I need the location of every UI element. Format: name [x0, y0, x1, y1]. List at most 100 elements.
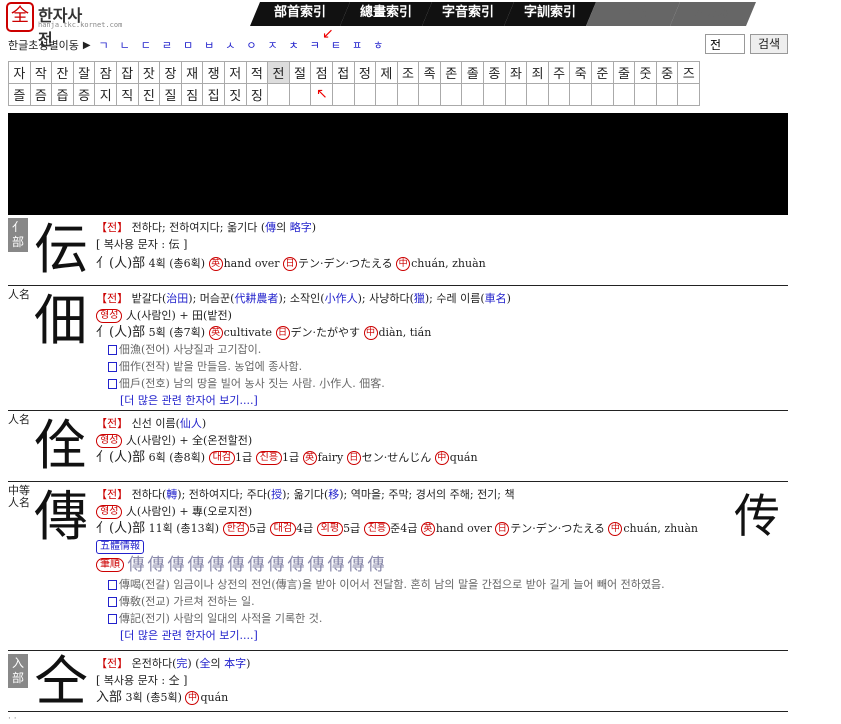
syllable-cell[interactable]: 제 [375, 61, 398, 84]
syllable-cell[interactable]: 정 [353, 61, 377, 84]
main-nav: 部首索引 總畫索引 字音索引 字訓索引 附錄 揭示板 [250, 2, 746, 26]
related-link[interactable]: 獵 [414, 292, 425, 305]
jamo-link-current[interactable]: ㅈ [268, 37, 278, 53]
related-link[interactable]: 全 [200, 657, 211, 670]
syllable-cell[interactable]: 절 [288, 61, 312, 84]
related-link[interactable]: 傳 [265, 221, 276, 234]
chinese-icon: 中 [434, 451, 449, 465]
jamo-link[interactable]: ㅋ [310, 37, 320, 53]
empty-cell [375, 83, 398, 106]
syllable-cell[interactable]: 저 [223, 61, 247, 84]
syllable-cell[interactable]: 죽 [569, 61, 593, 84]
word-item[interactable]: 佃戶(전호) 남의 땅을 빌어 농사 짓는 사람. 小作人. 佃客. [96, 375, 511, 392]
syllable-cell[interactable]: 자 [8, 61, 31, 84]
syllable-cell[interactable]: 주 [547, 61, 571, 84]
jamo-link[interactable]: ㅅ [225, 37, 235, 53]
related-link[interactable]: 代耕農者 [234, 292, 278, 305]
jamo-link[interactable]: ㄱ [99, 37, 109, 53]
syllable-cell[interactable]: 직 [115, 83, 139, 106]
related-link[interactable]: 仙人 [180, 417, 202, 430]
jamo-link[interactable]: ㅇ [246, 37, 256, 53]
more-words-link[interactable]: [더 많은 관련 한자어 보기....] [96, 627, 698, 644]
syllable-cell[interactable]: 적 [245, 61, 269, 84]
word-item[interactable]: 佃漁(전어) 사냥질과 고기잡이. [96, 341, 511, 358]
related-link[interactable]: 本字 [224, 657, 246, 670]
related-link[interactable]: 授 [271, 488, 282, 501]
syllable-cell[interactable]: 잠 [94, 61, 117, 84]
syllable-cell[interactable]: 작 [29, 61, 53, 84]
related-link[interactable]: 小作人 [325, 292, 358, 305]
syllable-cell[interactable]: 지 [94, 83, 117, 106]
syllable-cell[interactable]: 중 [655, 61, 679, 84]
syllable-cell[interactable]: 짐 [180, 83, 204, 106]
stroke-order-badge[interactable]: 筆順 [96, 558, 124, 572]
syllable-cell[interactable]: 조 [396, 61, 420, 84]
related-link[interactable]: 完 [176, 657, 187, 670]
syllable-cell[interactable]: 접 [331, 61, 355, 84]
jamo-link[interactable]: ㄷ [141, 37, 151, 53]
syllable-cell[interactable]: 줄 [612, 61, 636, 84]
more-words-link[interactable]: [더 많은 관련 한자어 보기....] [96, 392, 511, 409]
syllable-cell[interactable]: 잔 [51, 61, 74, 84]
nav-stroke-index[interactable]: 總畫索引 [340, 2, 432, 26]
syllable-cell[interactable]: 죄 [526, 61, 549, 84]
arrow-down-left-icon: ↙ [322, 26, 334, 42]
syllable-cell[interactable]: 존 [439, 61, 463, 84]
formation-line: 형성 人(사람인) + 專(오로지전) [96, 503, 698, 520]
syllable-cell[interactable]: 종 [483, 61, 506, 84]
empty-cell [504, 83, 528, 106]
related-link[interactable]: 轉 [166, 488, 177, 501]
syllable-cell[interactable]: 집 [202, 83, 225, 106]
syllable-cell[interactable]: 짓 [223, 83, 247, 106]
nav-appendix[interactable]: 附錄 [586, 2, 680, 26]
related-link[interactable]: 移 [328, 488, 339, 501]
related-link[interactable]: 車名 [485, 292, 507, 305]
syllable-cell[interactable]: 족 [418, 61, 441, 84]
nav-meaning-index[interactable]: 字訓索引 [504, 2, 596, 26]
syllable-cell[interactable]: 즐 [8, 83, 31, 106]
jamo-link[interactable]: ㅍ [352, 37, 362, 53]
jamo-link[interactable]: ㄹ [162, 37, 172, 53]
search-button[interactable]: 검색 [750, 34, 788, 54]
syllable-cell[interactable]: 줏 [634, 61, 657, 84]
syllable-cell[interactable]: 즘 [29, 83, 53, 106]
jamo-link[interactable]: ㅂ [204, 37, 214, 53]
five-styles-button[interactable]: 五體情報 [96, 540, 144, 554]
syllable-cell[interactable]: 졸 [461, 61, 485, 84]
syllable-cell[interactable]: 잡 [115, 61, 139, 84]
word-item[interactable]: 傳敎(전교) 가르쳐 전하는 일. [96, 593, 698, 610]
syllable-cell[interactable]: 진 [137, 83, 161, 106]
syllable-cell[interactable]: 징 [245, 83, 269, 106]
syllable-cell[interactable]: 즈 [677, 61, 700, 84]
nav-board[interactable]: 揭示板 [670, 2, 756, 26]
word-item[interactable]: 傳記(전기) 사람의 일대의 사적을 기록한 것. [96, 610, 698, 627]
syllable-cell[interactable]: 잘 [72, 61, 96, 84]
jamo-link[interactable]: ㅎ [373, 37, 383, 53]
syllable-cell[interactable]: 질 [159, 83, 182, 106]
simplified-character: 传 [734, 489, 780, 543]
search-input[interactable] [705, 34, 745, 54]
syllable-cell[interactable]: 증 [72, 83, 96, 106]
syllable-cell[interactable]: 재 [180, 61, 204, 84]
footer-text: · · [8, 714, 17, 724]
syllable-cell[interactable]: 장 [159, 61, 182, 84]
jamo-link[interactable]: ㅁ [183, 37, 193, 53]
word-item[interactable]: 佃作(전작) 밭을 만들음. 농업에 종사함. [96, 358, 511, 375]
grade-label: 人名 [8, 413, 30, 426]
syllable-cell[interactable]: 잣 [137, 61, 161, 84]
word-item[interactable]: 傳喝(전갈) 임금이나 상전의 전언(傳言)을 받아 이어서 전달함. 혼히 남… [96, 576, 698, 593]
jamo-link[interactable]: ㅊ [289, 37, 299, 53]
related-link[interactable]: 治田 [166, 292, 188, 305]
syllable-cell[interactable]: 즙 [51, 83, 74, 106]
syllable-cell[interactable]: 쟁 [202, 61, 225, 84]
nav-sound-index[interactable]: 字音索引 [422, 2, 514, 26]
ad-banner[interactable] [8, 113, 788, 215]
syllable-cell[interactable]: 준 [591, 61, 614, 84]
related-link[interactable]: 略字 [290, 221, 312, 234]
syllable-cell[interactable]: 점 [310, 61, 333, 84]
syllable-cell[interactable]: 전 [267, 61, 290, 84]
nav-radical-index[interactable]: 部首索引 [250, 2, 350, 26]
site-logo[interactable]: 全 한자사전 hanja.tkc.kornet.com [6, 2, 122, 49]
syllable-cell[interactable]: 좌 [504, 61, 528, 84]
jamo-link[interactable]: ㄴ [120, 37, 130, 53]
